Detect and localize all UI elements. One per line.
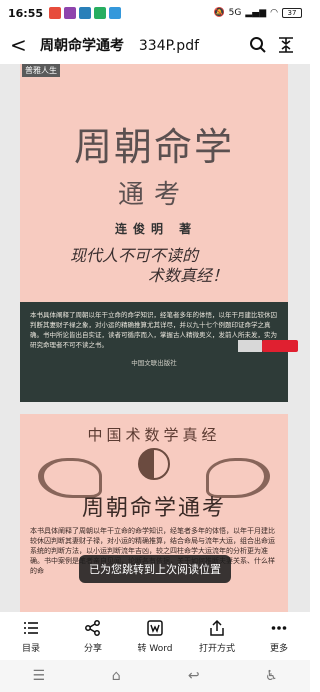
convert-word-label: 转 Word bbox=[137, 643, 173, 654]
more-button[interactable]: 更多 bbox=[248, 612, 310, 660]
series-tag: 普雅人生 bbox=[22, 64, 60, 77]
bottom-toolbar: 目录 分享 转 Word 打开方式 更多 bbox=[0, 612, 310, 660]
yin-yang-icon bbox=[138, 448, 170, 480]
status-bar: 16:55 🔕 5G ▂▄▆ ◠ 37 bbox=[0, 0, 310, 26]
title-text: 周朝命学通考 bbox=[40, 38, 124, 54]
accessibility-icon[interactable]: ♿ bbox=[256, 664, 286, 688]
signal-icon: ▂▄▆ bbox=[245, 8, 267, 18]
search-button[interactable] bbox=[244, 31, 272, 59]
cover-blurb-band: 本书具体阐释了周朝以年干立命的命学知识，经笔者多年的体悟，以年干月建比较休囚判断… bbox=[20, 302, 288, 402]
app-notification-icon bbox=[94, 7, 107, 19]
share-label: 分享 bbox=[83, 643, 102, 654]
cover-publisher: 中国文联出版社 bbox=[131, 359, 177, 367]
search-icon bbox=[250, 37, 266, 53]
filename-text: 334P.pdf bbox=[138, 38, 200, 54]
status-right: 🔕 5G ▂▄▆ ◠ 37 bbox=[213, 8, 302, 18]
cover-slogan-2: 术数真经！ bbox=[148, 266, 229, 285]
resume-reading-toast: 已为您跳转到上次阅读位置 bbox=[79, 555, 231, 583]
open-with-button[interactable]: 打开方式 bbox=[186, 612, 248, 660]
back-icon[interactable]: < bbox=[10, 33, 34, 57]
document-viewer[interactable]: 普雅人生 周朝命学 通考 连俊明 著 现代人不可不读的 术数真经！ 本书具体阐释… bbox=[0, 64, 310, 612]
home-nav-icon[interactable]: ⌂ bbox=[101, 664, 131, 688]
inner-header: 中国术数学真经 bbox=[87, 426, 221, 444]
toc-label: 目录 bbox=[21, 643, 40, 654]
mute-icon: 🔕 bbox=[213, 8, 225, 18]
reader-top-bar: < 周朝命学通考 334P.pdf bbox=[0, 26, 310, 64]
cover-author: 连俊明 著 bbox=[115, 222, 198, 236]
app-notification-icon bbox=[79, 7, 92, 19]
redaction-mark bbox=[262, 340, 298, 352]
battery-icon: 37 bbox=[282, 8, 302, 18]
status-time: 16:55 bbox=[8, 6, 44, 20]
app-notification-icon bbox=[49, 7, 62, 19]
fit-width-icon bbox=[279, 37, 293, 53]
cover-subtitle: 通考 bbox=[117, 180, 190, 210]
word-icon bbox=[147, 619, 163, 636]
share-button[interactable]: 分享 bbox=[62, 612, 124, 660]
open-with-icon bbox=[210, 619, 224, 636]
redaction-mark bbox=[238, 340, 262, 352]
more-label: 更多 bbox=[269, 643, 288, 654]
menu-nav-icon[interactable]: ☰ bbox=[24, 664, 54, 688]
share-icon bbox=[85, 619, 100, 636]
inner-title: 周朝命学通考 bbox=[81, 496, 226, 521]
list-icon bbox=[24, 621, 38, 634]
open-with-label: 打开方式 bbox=[198, 643, 235, 654]
wifi-icon: ◠ bbox=[270, 8, 278, 18]
cover-title: 周朝命学 bbox=[73, 125, 234, 169]
signal-label: 5G bbox=[228, 8, 242, 18]
fit-width-button[interactable] bbox=[272, 31, 300, 59]
system-nav-bar: ☰ ⌂ ↩ ♿ bbox=[0, 660, 310, 692]
convert-word-button[interactable]: 转 Word bbox=[124, 612, 186, 660]
more-icon bbox=[271, 625, 287, 630]
app-notification-icon bbox=[64, 7, 77, 19]
toc-button[interactable]: 目录 bbox=[0, 612, 62, 660]
document-title: 周朝命学通考 334P.pdf bbox=[40, 35, 244, 55]
back-nav-icon[interactable]: ↩ bbox=[179, 664, 209, 688]
app-notification-icon bbox=[109, 7, 122, 19]
notification-icons bbox=[49, 7, 122, 19]
